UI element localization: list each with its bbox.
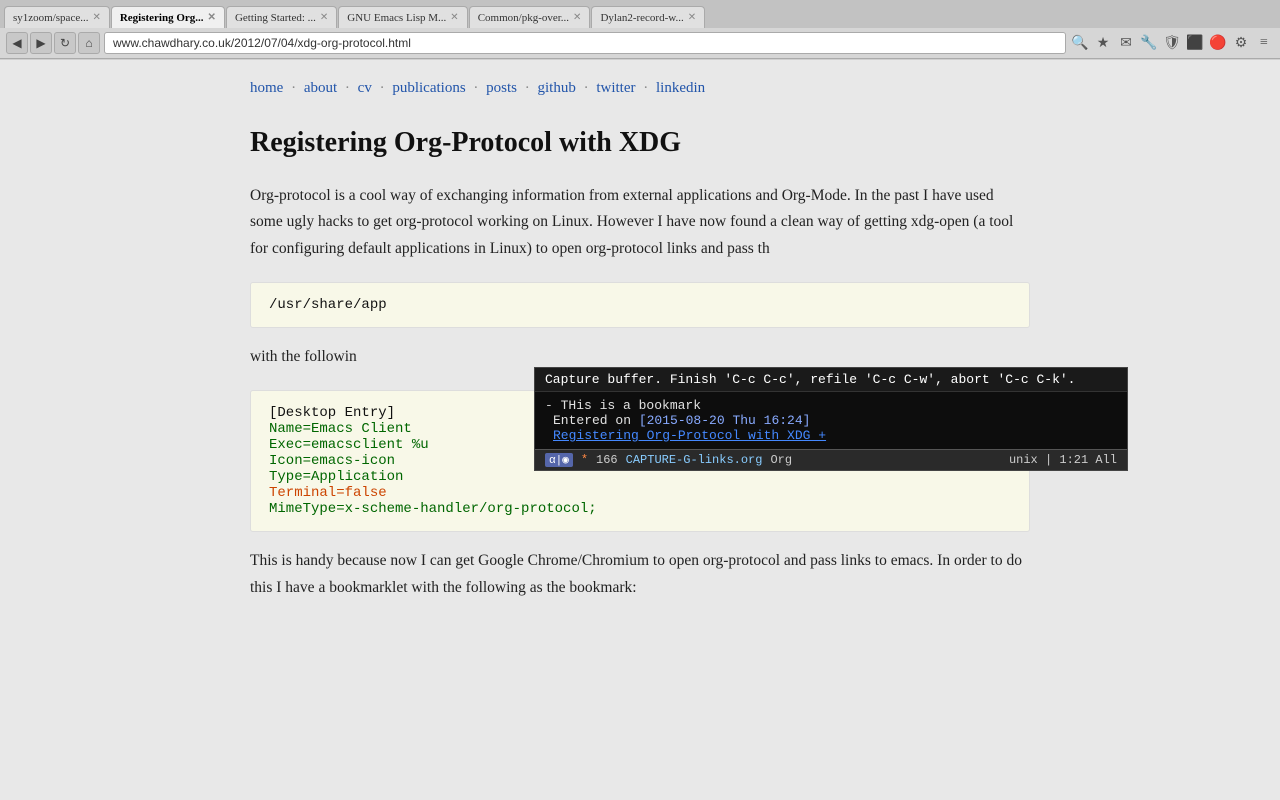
tab-bar: sy1zoom/space... ✕ Registering Org... ✕ … (0, 0, 1280, 28)
site-nav: home · about · cv · publications · posts… (250, 80, 1030, 97)
emacs-position: unix | 1:21 All (1009, 453, 1117, 467)
emacs-minibuf-text: Capture buffer. Finish 'C-c C-c', refile… (545, 372, 1076, 387)
back-button[interactable]: ◀ (6, 32, 28, 54)
emacs-line1: - THis is a bookmark (545, 398, 1117, 413)
emacs-mode: Org (770, 453, 792, 467)
page-content: home · about · cv · publications · posts… (190, 80, 1090, 601)
tab-0[interactable]: sy1zoom/space... ✕ (4, 6, 110, 28)
emacs-scroll: All (1095, 453, 1117, 467)
address-input[interactable] (104, 32, 1066, 54)
ext3-icon[interactable]: ⬛ (1185, 33, 1205, 53)
nav-posts[interactable]: posts (486, 80, 517, 96)
code-type: Type=Application (269, 469, 1011, 485)
nav-publications[interactable]: publications (392, 80, 465, 96)
emacs-filename: CAPTURE-G-links.org (626, 453, 763, 467)
nav-cv[interactable]: cv (358, 80, 372, 96)
emacs-sep-mod: | (1045, 453, 1059, 467)
emacs-mode-badge: α|◉ (545, 453, 573, 467)
forward-button[interactable]: ▶ (30, 32, 52, 54)
emacs-line1-text: THis is a bookmark (561, 398, 701, 413)
emacs-overlay: Capture buffer. Finish 'C-c C-c', refile… (534, 367, 1128, 471)
tab-4[interactable]: Common/pkg-over... ✕ (469, 6, 591, 28)
tab-1[interactable]: Registering Org... ✕ (111, 6, 225, 28)
home-button[interactable]: ⌂ (78, 32, 100, 54)
emacs-bullet: - (545, 398, 561, 413)
emacs-modeline: α|◉ * 166 CAPTURE-G-links.org Org unix |… (535, 449, 1127, 470)
mail-icon[interactable]: ✉ (1116, 33, 1136, 53)
sep-6: · (584, 80, 593, 96)
nav-linkedin[interactable]: linkedin (656, 80, 705, 96)
ext4-icon[interactable]: 🔴 (1208, 33, 1228, 53)
emacs-entered-label: Entered on (553, 413, 639, 428)
tab-close-5[interactable]: ✕ (688, 12, 696, 23)
emacs-line3: Registering Org-Protocol with XDG + (545, 428, 1117, 443)
code-terminal: Terminal=false (269, 485, 1011, 501)
star-icon[interactable]: ★ (1093, 33, 1113, 53)
tab-close-3[interactable]: ✕ (450, 12, 458, 23)
ext2-icon[interactable]: 🛡 (1162, 33, 1182, 53)
emacs-modified: * (581, 453, 588, 467)
toolbar-icons: 🔍 ★ ✉ 🔧 🛡 ⬛ 🔴 ⚙ ≡ (1070, 33, 1274, 53)
zoom-icon[interactable]: 🔍 (1070, 33, 1090, 53)
menu-icon[interactable]: ≡ (1254, 33, 1274, 53)
address-bar-row: ◀ ▶ ↻ ⌂ 🔍 ★ ✉ 🔧 🛡 ⬛ 🔴 ⚙ ≡ (0, 28, 1280, 58)
sep-2: · (345, 80, 354, 96)
emacs-linenum: 166 (596, 453, 618, 467)
code-mimetype: MimeType=x-scheme-handler/org-protocol; (269, 501, 1011, 517)
sep-4: · (473, 80, 482, 96)
nav-github[interactable]: github (538, 80, 576, 96)
code-block-1: /usr/share/app (250, 282, 1030, 328)
tab-close-4[interactable]: ✕ (573, 12, 581, 23)
article-body-3: This is handy because now I can get Goog… (250, 548, 1030, 601)
emacs-link[interactable]: Registering Org-Protocol with XDG + (553, 428, 826, 443)
tab-5[interactable]: Dylan2-record-w... ✕ (591, 6, 705, 28)
sep-3: · (380, 80, 389, 96)
nav-home[interactable]: home (250, 80, 283, 96)
nav-about[interactable]: about (304, 80, 337, 96)
sep-1: · (291, 80, 300, 96)
ext1-icon[interactable]: 🔧 (1139, 33, 1159, 53)
tab-close-2[interactable]: ✕ (320, 12, 328, 23)
tab-close-0[interactable]: ✕ (92, 12, 100, 23)
emacs-line2: Entered on [2015-08-20 Thu 16:24] (545, 413, 1117, 428)
tab-2[interactable]: Getting Started: ... ✕ (226, 6, 337, 28)
article-body-1: Org-protocol is a cool way of exchanging… (250, 183, 1030, 262)
emacs-minibuf: Capture buffer. Finish 'C-c C-c', refile… (535, 368, 1127, 392)
emacs-timestamp[interactable]: [2015-08-20 Thu 16:24] (639, 413, 811, 428)
sep-5: · (525, 80, 534, 96)
code-line-1: /usr/share/app (269, 297, 1011, 313)
sep-7: · (643, 80, 652, 96)
emacs-body: - THis is a bookmark Entered on [2015-08… (535, 392, 1127, 449)
nav-twitter[interactable]: twitter (596, 80, 635, 96)
article-title: Registering Org-Protocol with XDG (250, 127, 1030, 159)
nav-buttons: ◀ ▶ ↻ ⌂ (6, 32, 100, 54)
tab-3[interactable]: GNU Emacs Lisp M... ✕ (338, 6, 467, 28)
page-wrapper: home · about · cv · publications · posts… (0, 60, 1280, 800)
reload-button[interactable]: ↻ (54, 32, 76, 54)
emacs-pos: 1:21 (1059, 453, 1088, 467)
tab-close-1[interactable]: ✕ (208, 12, 216, 23)
emacs-system: unix (1009, 453, 1038, 467)
browser-chrome: sy1zoom/space... ✕ Registering Org... ✕ … (0, 0, 1280, 59)
ext5-icon[interactable]: ⚙ (1231, 33, 1251, 53)
